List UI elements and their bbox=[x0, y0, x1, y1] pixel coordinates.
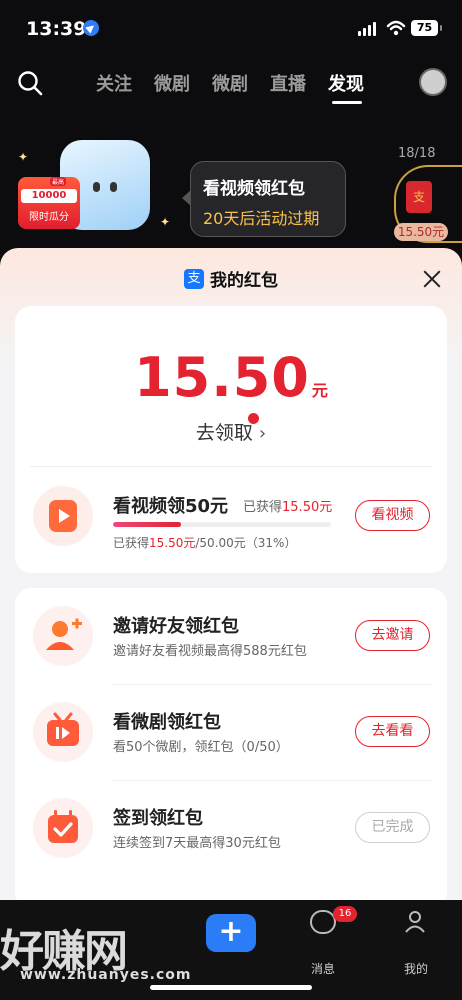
balance: 15.50 元 bbox=[15, 346, 447, 409]
task-title: 邀请好友领红包 bbox=[113, 616, 239, 637]
signal-icon bbox=[358, 22, 378, 36]
tab-micro-drama-2[interactable]: 微剧 bbox=[212, 70, 248, 96]
task-subtitle: 邀请好友看视频最高得588元红包 bbox=[113, 644, 307, 659]
wifi-icon bbox=[386, 20, 406, 36]
promo-tooltip[interactable]: 看视频领红包 20天后活动过期 bbox=[182, 161, 346, 237]
active-tab-indicator bbox=[332, 101, 362, 104]
watch-progress-fill bbox=[113, 522, 181, 527]
mascot-eye bbox=[93, 182, 100, 192]
side-amount: 15.50元 bbox=[394, 223, 448, 241]
tab-micro-drama[interactable]: 微剧 bbox=[154, 70, 190, 96]
task-title: 签到领红包 bbox=[113, 808, 203, 829]
video-task-icon bbox=[33, 486, 93, 546]
checkin-done-button[interactable]: 已完成 bbox=[355, 812, 430, 843]
invite-button[interactable]: 去邀请 bbox=[355, 620, 430, 651]
watermark: 好赚网 www.zhuanyes.com bbox=[0, 915, 250, 985]
watch-video-button[interactable]: 看视频 bbox=[355, 500, 430, 531]
sparkle-icon: ✦ bbox=[18, 150, 29, 164]
avatar[interactable] bbox=[419, 68, 447, 96]
calendar-check-icon bbox=[48, 810, 78, 843]
tab-live[interactable]: 直播 bbox=[270, 70, 306, 96]
promo-mascot[interactable]: ✦ ✦ 最高 10000 限时瓜分 bbox=[10, 135, 180, 245]
task-list-card: 邀请好友领红包 邀请好友看视频最高得588元红包 去邀请 看微剧领红包 看50个… bbox=[15, 588, 447, 908]
tab-follow[interactable]: 关注 bbox=[96, 70, 132, 96]
balance-card: 15.50 元 去领取 › 看视频领50元 已获得15.50元 已获得15.50元… bbox=[15, 306, 447, 573]
sparkle-icon: ✦ bbox=[160, 215, 171, 229]
drama-task-icon bbox=[33, 702, 93, 762]
sheet-title: 我的红包 bbox=[210, 271, 278, 291]
promo-badge: 最高 10000 限时瓜分 bbox=[18, 177, 80, 229]
tab-me[interactable]: 我的 bbox=[404, 960, 428, 977]
tooltip-subtitle: 20天后活动过期 bbox=[203, 209, 320, 228]
top-nav: 关注 微剧 微剧 直播 发现 bbox=[0, 58, 462, 108]
invite-task-icon bbox=[33, 606, 93, 666]
balance-amount: 15.50 bbox=[134, 346, 310, 409]
tooltip-title: 看视频领红包 bbox=[203, 179, 305, 199]
checkin-task-icon bbox=[33, 798, 93, 858]
red-packet-sheet: 支我的红包 15.50 元 去领取 › 看视频领50元 已获得15.50元 已获得… bbox=[0, 248, 462, 908]
badge-amount: 10000 bbox=[21, 189, 77, 203]
badge-top-label: 最高 bbox=[50, 177, 67, 186]
watch-task-title: 看视频领50元 bbox=[113, 496, 229, 517]
task-title: 看微剧领红包 bbox=[113, 712, 221, 733]
status-time: 13:39 bbox=[26, 18, 87, 40]
tab-messages[interactable]: 消息 bbox=[311, 960, 335, 977]
watch-drama-button[interactable]: 去看看 bbox=[355, 716, 430, 747]
alipay-icon: 支 bbox=[184, 268, 204, 289]
play-icon bbox=[49, 500, 77, 532]
notification-dot bbox=[248, 413, 259, 424]
status-bar: 13:39 75 bbox=[0, 0, 462, 58]
sheet-header: 支我的红包 bbox=[0, 266, 462, 291]
close-icon[interactable] bbox=[421, 268, 443, 290]
task-subtitle: 连续签到7天最高得30元红包 bbox=[113, 836, 281, 851]
watch-progress-text: 已获得15.50元/50.00元（31%） bbox=[113, 536, 297, 550]
profile-icon[interactable] bbox=[404, 910, 426, 934]
claim-link[interactable]: 去领取 › bbox=[15, 418, 447, 445]
watch-progress-bar bbox=[113, 522, 331, 527]
side-red-packet[interactable]: 支 15.50元 bbox=[394, 165, 462, 243]
divider bbox=[113, 780, 431, 781]
search-icon[interactable] bbox=[17, 70, 43, 96]
divider bbox=[30, 466, 432, 467]
watch-task-earned: 已获得15.50元 bbox=[243, 500, 333, 515]
battery-icon: 75 bbox=[411, 20, 442, 36]
add-user-icon bbox=[46, 618, 82, 650]
home-indicator bbox=[150, 985, 312, 990]
task-subtitle: 看50个微剧，领红包（0/50） bbox=[113, 740, 289, 755]
tab-discover[interactable]: 发现 bbox=[328, 70, 364, 96]
red-envelope-icon: 支 bbox=[406, 181, 432, 213]
watermark-url: www.zhuanyes.com bbox=[20, 967, 192, 983]
tv-icon bbox=[47, 712, 79, 746]
message-badge: 16 bbox=[333, 906, 357, 922]
divider bbox=[113, 684, 431, 685]
balance-unit: 元 bbox=[311, 381, 328, 400]
side-counter: 18/18 bbox=[398, 146, 436, 161]
location-arrow-icon bbox=[83, 20, 99, 36]
chevron-right-icon: › bbox=[258, 423, 267, 444]
badge-label: 限时瓜分 bbox=[29, 212, 69, 223]
mascot-eye bbox=[110, 182, 117, 192]
claim-label: 去领取 bbox=[195, 422, 253, 444]
